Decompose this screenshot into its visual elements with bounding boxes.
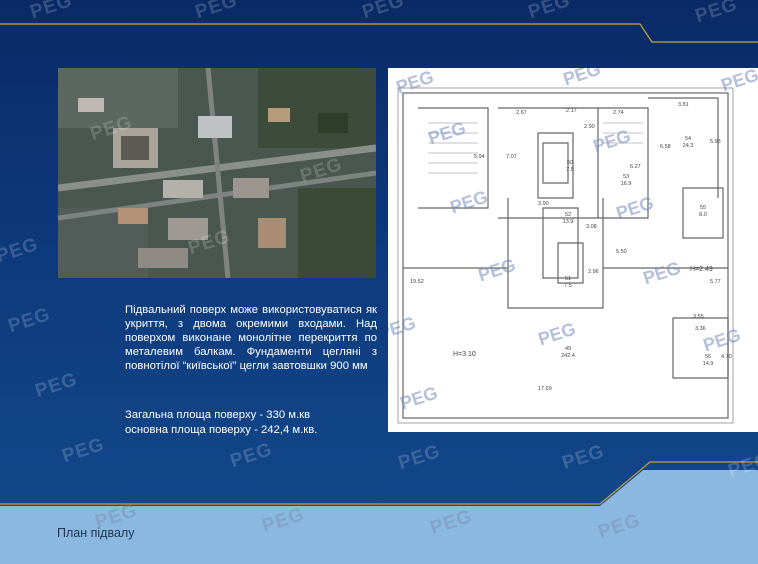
height-label: H=3.10: [453, 351, 476, 358]
dim-label: 5.94: [474, 154, 485, 160]
room-area: 7.5: [564, 283, 572, 289]
dim-label: 7.07: [506, 154, 517, 160]
dim-label: 3.90: [538, 201, 549, 207]
dim-label: 2.17: [566, 108, 577, 114]
room-area: 242.4: [561, 353, 575, 359]
dim-label: 2.67: [516, 110, 527, 116]
room-number: 54: [685, 136, 691, 142]
dim-label: 4.70: [721, 354, 732, 360]
room-number: 53: [623, 174, 629, 180]
room-number: 51: [565, 276, 571, 282]
dim-label: 3.55: [693, 314, 704, 320]
dim-label: 3.36: [695, 326, 706, 332]
room-area: 8.0: [699, 212, 707, 218]
dim-label: 6.27: [630, 164, 641, 170]
room-area: 13.9: [563, 219, 574, 225]
dim-label: 3.81: [678, 102, 689, 108]
dim-label: 5.93: [710, 139, 721, 145]
room-area: 14.9: [703, 361, 714, 367]
dim-label: 2.90: [584, 124, 595, 130]
room-area: 24.3: [683, 143, 694, 149]
dim-label: 6.58: [660, 144, 671, 150]
bottom-band: [0, 470, 758, 564]
main-area: основна площа поверху - 242,4 м.кв.: [125, 423, 318, 436]
room-area: 7.5: [566, 167, 574, 173]
height-label: H=2.49: [690, 266, 713, 273]
dim-label: 2.96: [588, 269, 599, 275]
dim-label: 2.74: [613, 110, 624, 116]
room-area: 16.9: [621, 181, 632, 187]
description-text: Підвальний поверх може використовуватися…: [125, 304, 377, 372]
room-number: 50: [567, 160, 573, 166]
floor-plan: 2.67 2.17 2.74 3.81 2.90 7.07 5.94 6.58 …: [388, 68, 758, 432]
slide-caption: План підвалу: [57, 526, 135, 540]
dim-label: 19.52: [410, 279, 424, 285]
area-summary: Загальна площа поверху - 330 м.кв основн…: [125, 408, 317, 437]
dim-label: 5.50: [616, 249, 627, 255]
aerial-photo: [58, 68, 376, 278]
total-area: Загальна площа поверху - 330 м.кв: [125, 409, 311, 421]
dim-label: 3.08: [586, 224, 597, 230]
room-number: 49: [565, 346, 571, 352]
dim-label: 17.69: [538, 386, 552, 392]
dim-label: 5.77: [710, 279, 721, 285]
room-number: 55: [700, 205, 706, 211]
room-number: 52: [565, 212, 571, 218]
